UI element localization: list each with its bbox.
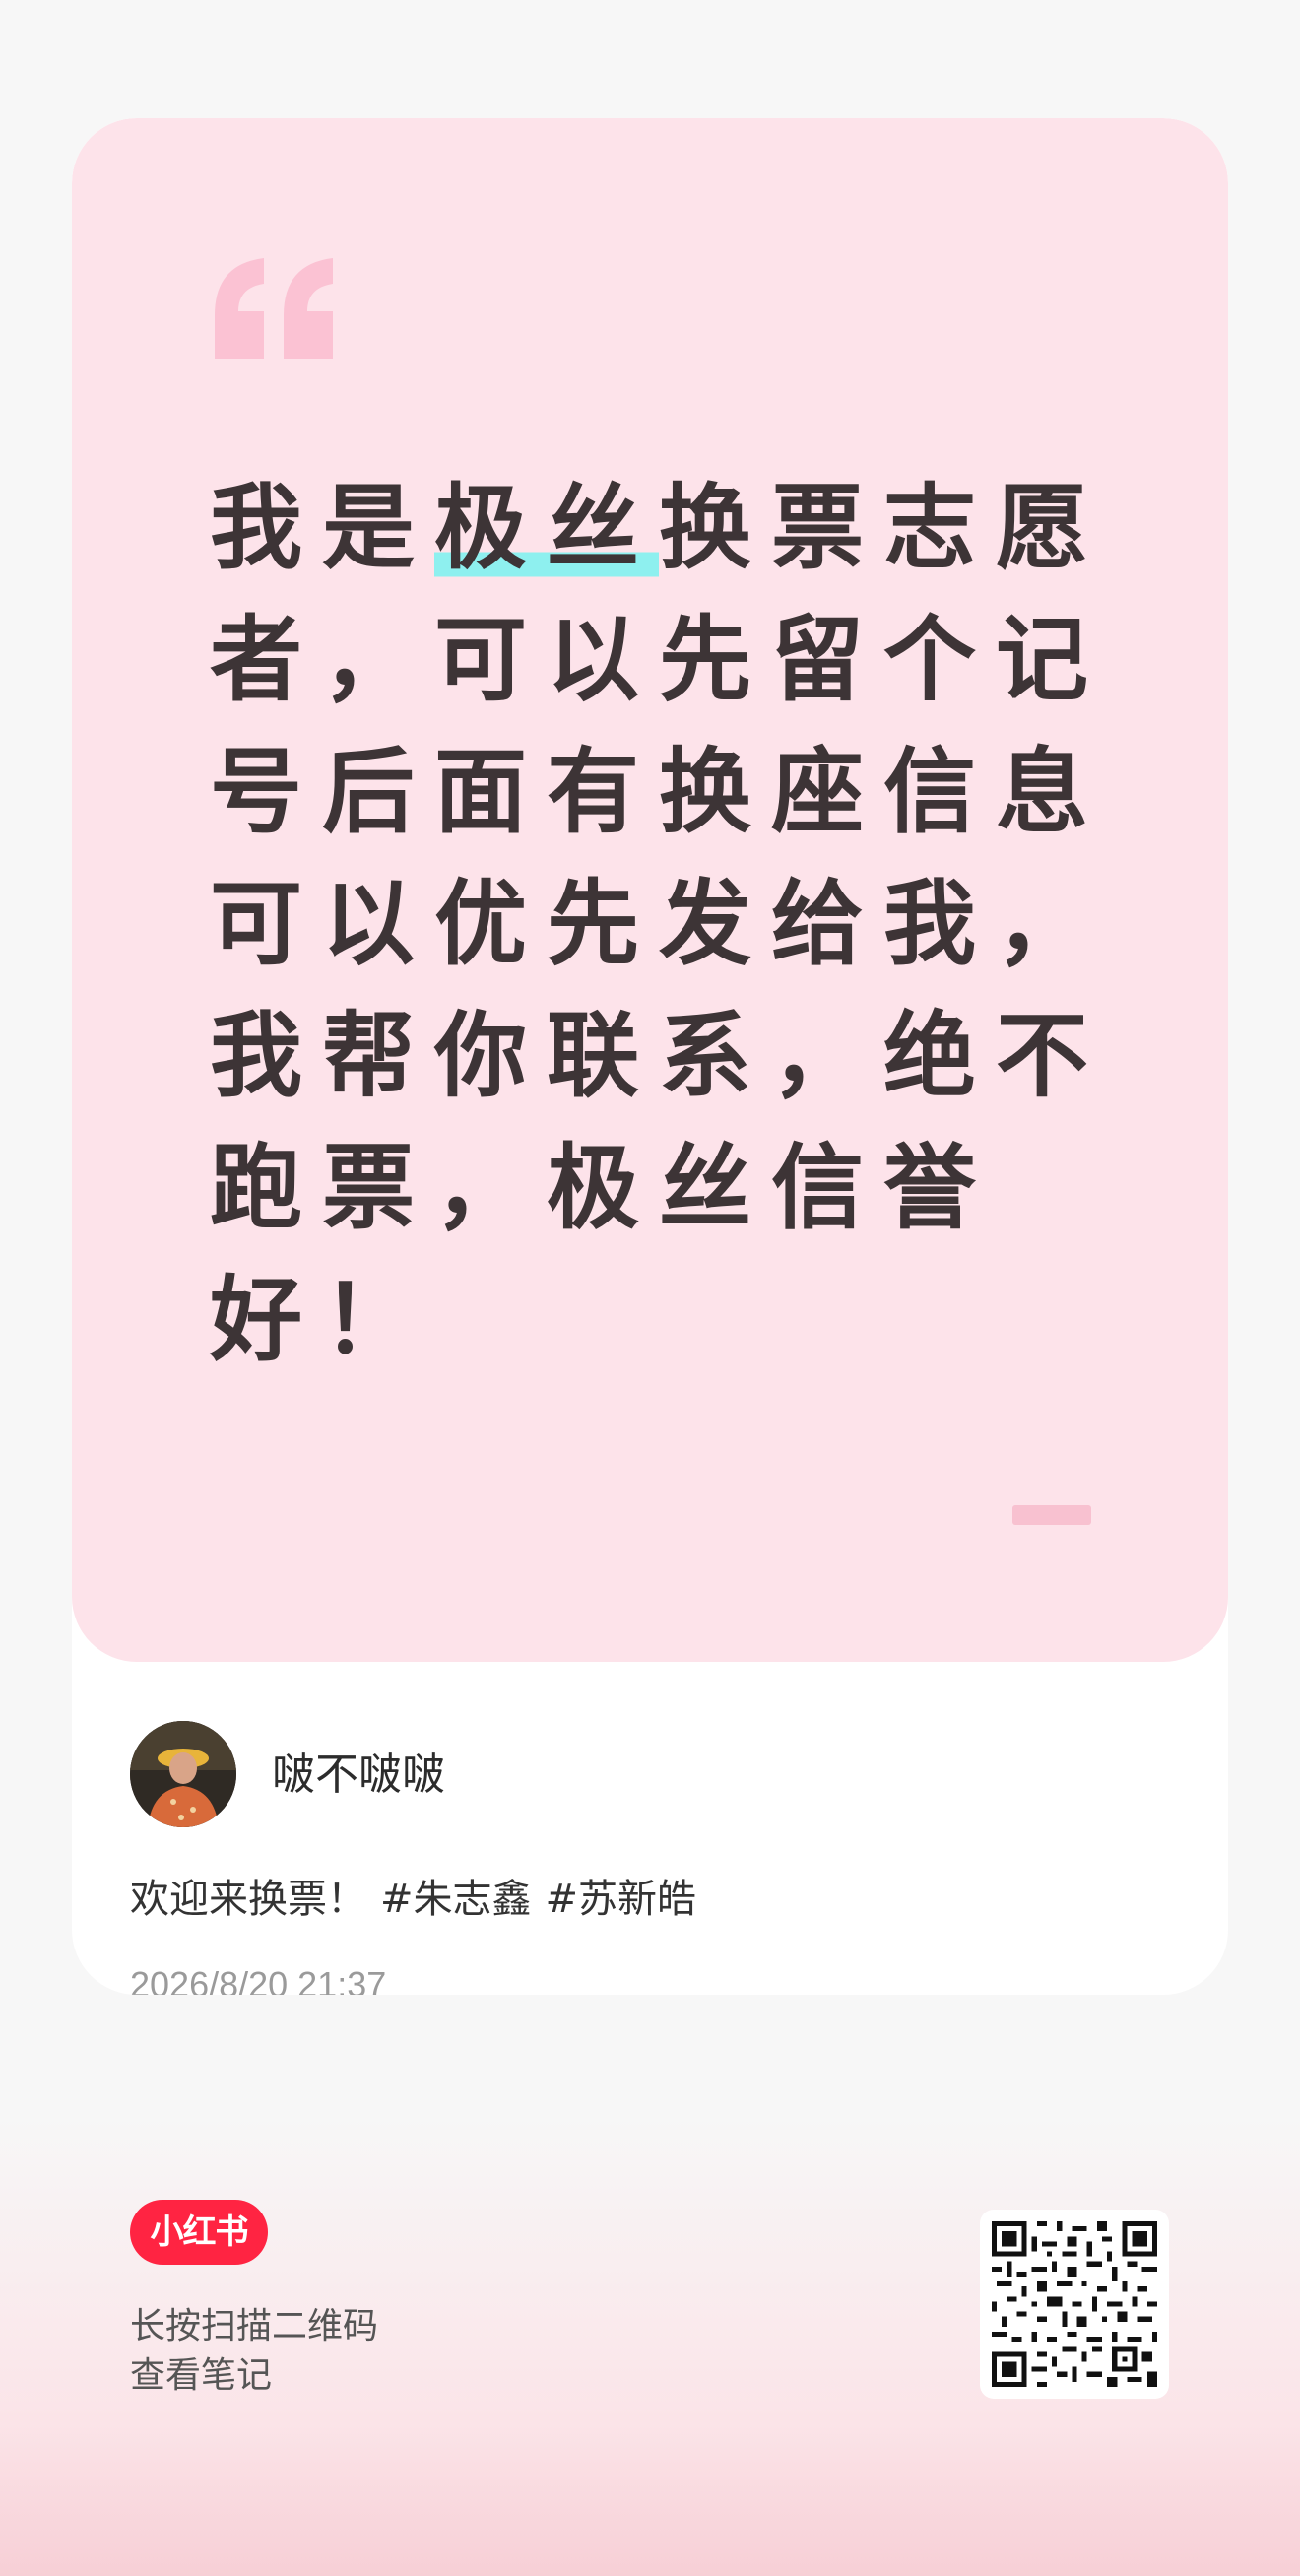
author-name[interactable]: 啵不啵啵 [272, 1746, 445, 1805]
brand-logo: 小红书 [130, 2200, 268, 2265]
note-card[interactable]: 我是极丝换票志愿者，可以先留个记号后面有换座信息可以优先发给我，我帮你联系，绝不… [72, 118, 1228, 1995]
avatar-image [130, 1721, 236, 1827]
quote-end-mark [1012, 1505, 1091, 1525]
qr-code[interactable] [980, 2210, 1169, 2399]
scan-hint-line-1: 长按扫描二维码 [130, 2306, 379, 2346]
quote-text-rest: 换票志愿者，可以先留个记号后面有换座信息可以优先发给我，我帮你联系，绝不跑票，极… [210, 475, 1109, 1374]
hashtag-link[interactable]: #朱志鑫 [380, 1877, 532, 1922]
quote-mark-icon [215, 258, 333, 359]
author-avatar[interactable] [130, 1721, 236, 1827]
hashtag-link[interactable]: #苏新皓 [546, 1877, 697, 1922]
post-timestamp: 2026/8/20 21:37 [130, 1964, 387, 1995]
quote-panel: 我是极丝换票志愿者，可以先留个记号后面有换座信息可以优先发给我，我帮你联系，绝不… [72, 118, 1228, 1662]
scan-hint-line-2: 查看笔记 [130, 2355, 273, 2396]
quote-text-start: 我是 [210, 475, 435, 582]
quote-text: 我是极丝换票志愿者，可以先留个记号后面有换座信息可以优先发给我，我帮你联系，绝不… [210, 463, 1116, 1387]
caption: 欢迎来换票！ #朱志鑫 #苏新皓 [130, 1872, 696, 1927]
caption-text: 欢迎来换票！ [130, 1877, 366, 1922]
qr-code-icon [992, 2221, 1157, 2387]
quote-highlight: 极丝 [434, 475, 660, 582]
